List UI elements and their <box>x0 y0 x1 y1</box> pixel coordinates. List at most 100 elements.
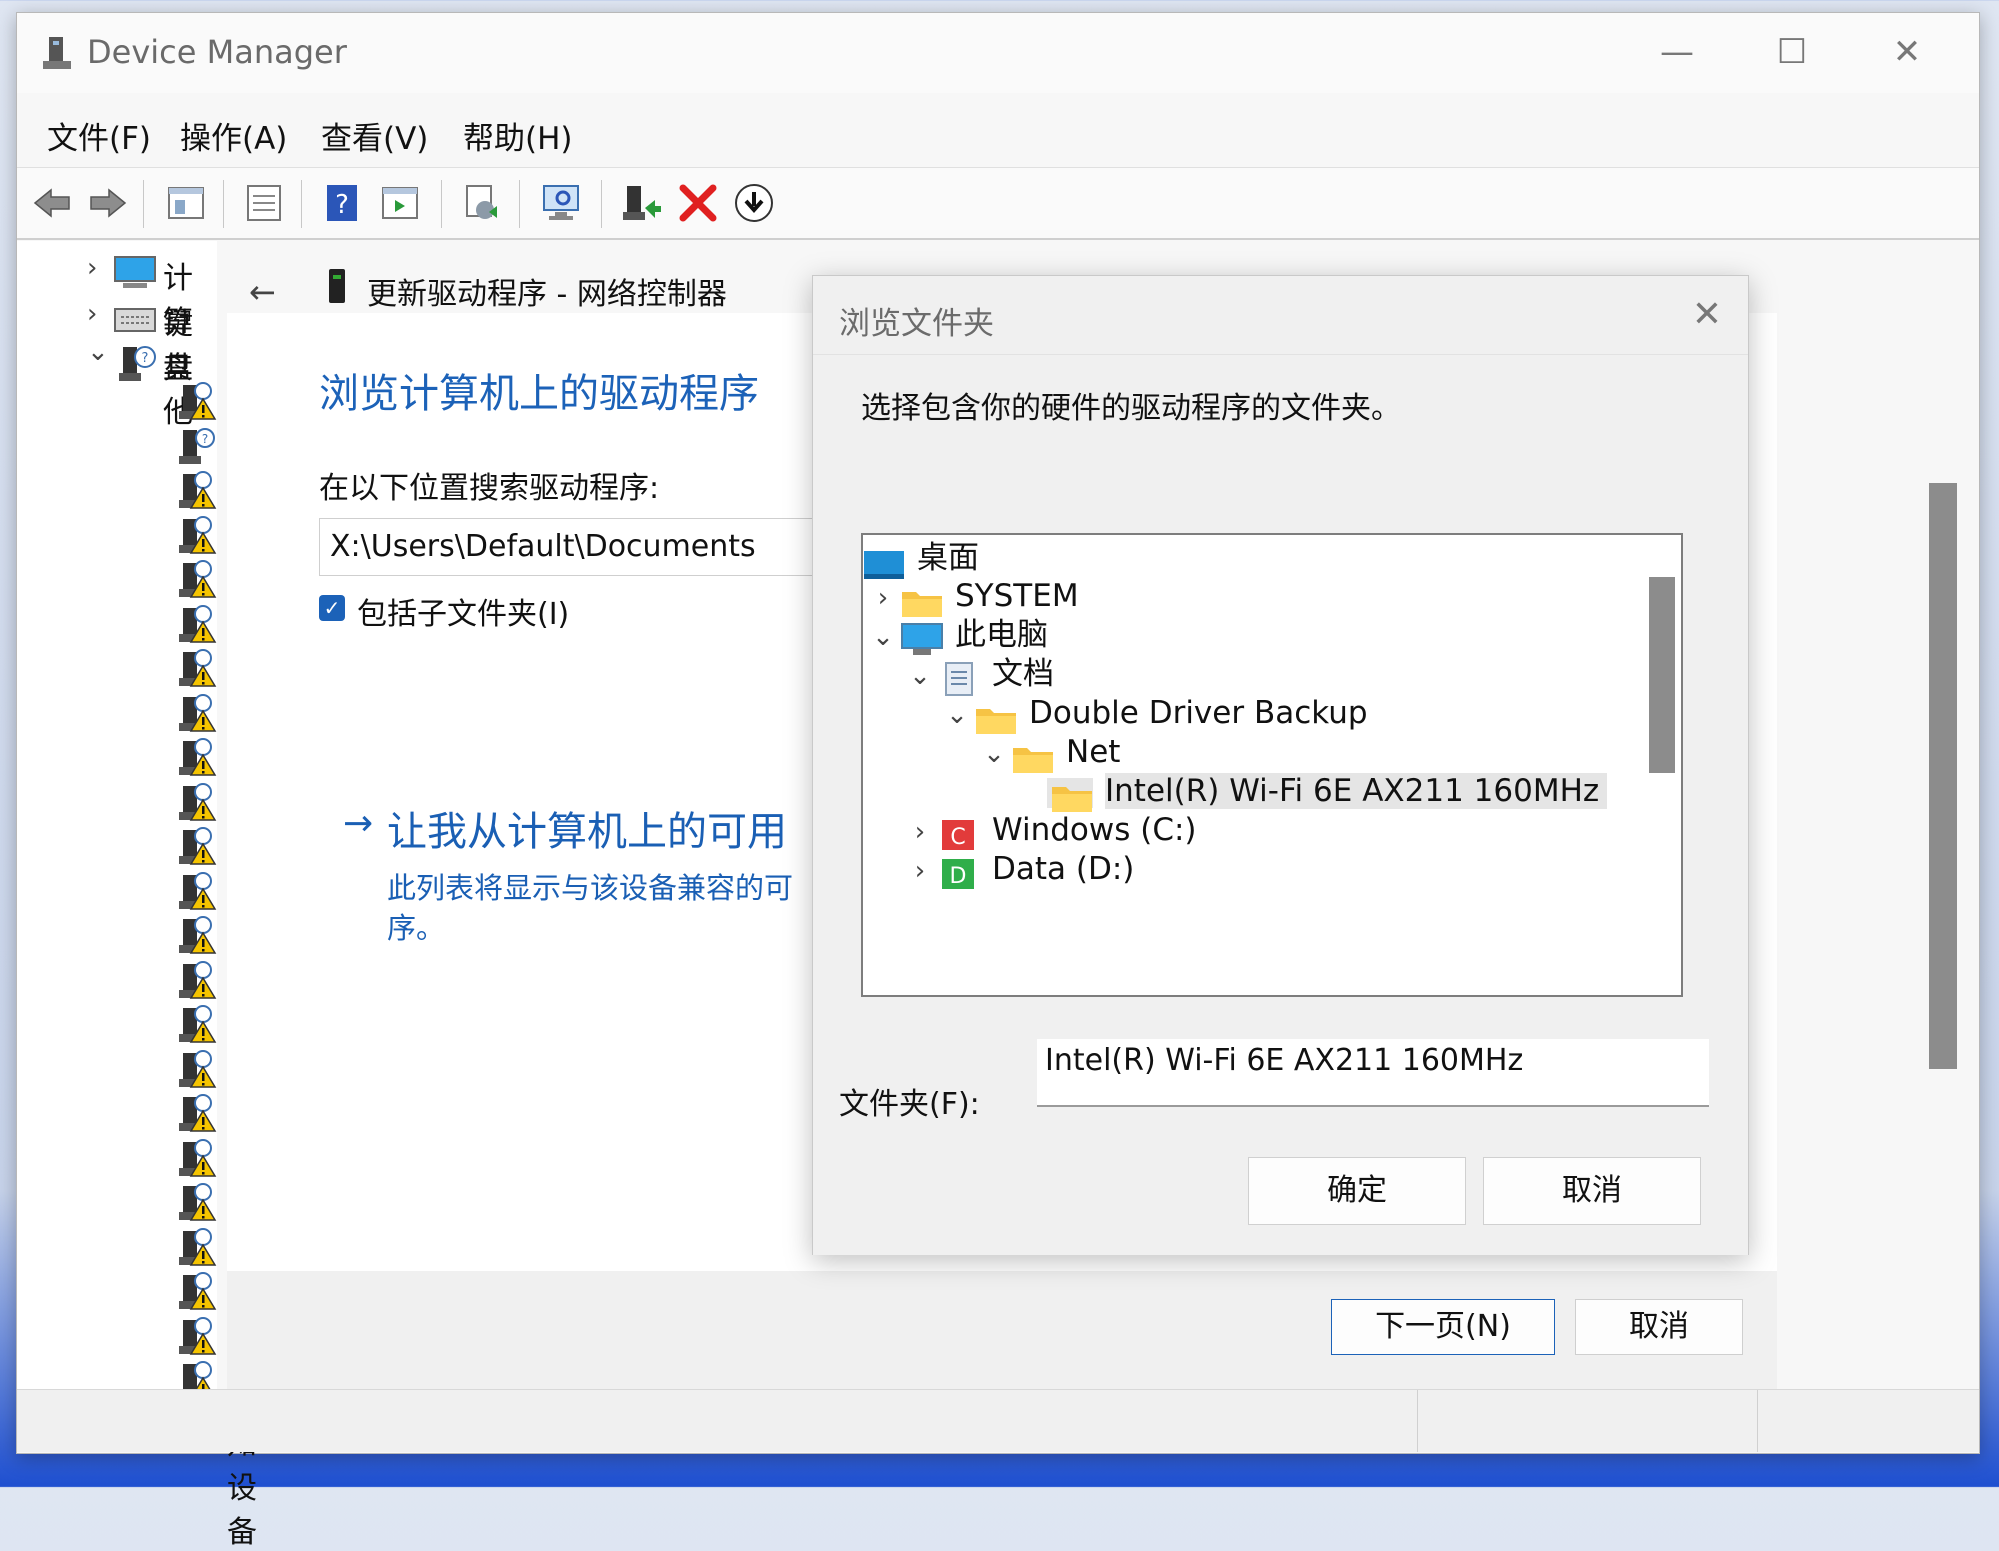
warning-device-icon[interactable] <box>177 648 217 688</box>
menu-file[interactable]: 文件(F) <box>47 113 151 158</box>
help-icon[interactable]: ? <box>321 182 363 224</box>
warning-device-icon[interactable] <box>177 470 217 510</box>
include-subfolders-checkbox[interactable]: ✓ <box>319 595 345 621</box>
svg-text:?: ? <box>335 190 349 220</box>
folder-icon <box>1047 777 1093 812</box>
folder-tree-label: 文档 <box>992 656 1054 692</box>
browse-folder-dialog: 浏览文件夹 ✕ 选择包含你的硬件的驱动程序的文件夹。 桌面 › SYSTEM ⌄ 此电脑… <box>812 275 1749 1255</box>
uninstall-icon[interactable] <box>677 182 719 224</box>
close-button[interactable]: ✕ <box>1877 29 1937 75</box>
chevron-down-icon[interactable]: ⌄ <box>939 690 975 740</box>
folder-tree-label: SYSTEM <box>955 578 1079 614</box>
warning-device-icon[interactable] <box>177 1227 217 1267</box>
dialog-body: 选择包含你的硬件的驱动程序的文件夹。 桌面 › SYSTEM ⌄ 此电脑 ⌄ 文档 ⌄ Doub… <box>813 354 1748 1255</box>
warning-device-icon[interactable] <box>177 693 217 733</box>
device-manager-icon <box>43 37 71 69</box>
list-view-icon[interactable] <box>243 182 285 224</box>
menu-help[interactable]: 帮助(H) <box>463 113 573 158</box>
chevron-down-icon[interactable]: ⌄ <box>976 729 1012 779</box>
link-arrow-icon[interactable]: → <box>343 803 373 844</box>
drive-d-icon: D <box>938 856 980 889</box>
unknown-device-icon[interactable]: ? <box>177 426 217 466</box>
scan-hardware-icon[interactable] <box>541 182 583 224</box>
folder-tree-item[interactable]: › D Data (D:) <box>902 844 1134 894</box>
chevron-down-icon[interactable]: ⌄ <box>902 651 938 701</box>
maximize-button[interactable]: ☐ <box>1762 29 1822 75</box>
unknown-device-list: ? <box>177 381 217 1401</box>
keyboard-icon <box>114 308 156 332</box>
menu-action[interactable]: 操作(A) <box>180 113 287 158</box>
include-subfolders-label: 包括子文件夹(I) <box>357 597 570 632</box>
warning-device-icon[interactable] <box>177 826 217 866</box>
dialog-prompt: 选择包含你的硬件的驱动程序的文件夹。 <box>861 391 1401 426</box>
warning-device-icon[interactable] <box>177 1049 217 1089</box>
warning-device-icon[interactable] <box>177 515 217 555</box>
title-bar: Device Manager — ☐ ✕ <box>17 13 1979 93</box>
warning-device-icon[interactable] <box>177 604 217 644</box>
folder-tree-label: Windows (C:) <box>992 812 1197 848</box>
window-title: Device Manager <box>87 33 347 71</box>
next-page-button[interactable]: 下一页(N) <box>1331 1299 1555 1355</box>
warning-device-icon[interactable] <box>177 559 217 599</box>
dialog-close-button[interactable]: ✕ <box>1692 294 1722 335</box>
warning-device-icon[interactable] <box>177 871 217 911</box>
warning-device-icon[interactable] <box>177 915 217 955</box>
chevron-right-icon[interactable]: › <box>902 846 938 896</box>
download-icon[interactable] <box>733 182 775 224</box>
menu-bar: 文件(F) 操作(A) 查看(V) 帮助(H) <box>17 103 1979 163</box>
other-devices-icon: ? <box>119 346 156 381</box>
warning-device-icon[interactable] <box>177 960 217 1000</box>
update-driver-icon[interactable] <box>461 182 503 224</box>
driver-path-input[interactable]: X:\Users\Default\Documents <box>319 518 891 576</box>
chevron-down-icon[interactable]: ⌄ <box>87 337 109 367</box>
search-location-label: 在以下位置搜索驱动程序: <box>319 471 660 506</box>
warning-device-icon[interactable] <box>177 1316 217 1356</box>
warning-device-icon[interactable] <box>177 1182 217 1222</box>
dialog-title: 浏览文件夹 <box>839 306 994 342</box>
warning-device-icon[interactable] <box>177 1138 217 1178</box>
main-scrollbar-thumb[interactable] <box>1929 483 1957 1069</box>
forward-arrow-icon[interactable] <box>87 182 129 224</box>
properties-icon[interactable] <box>165 182 207 224</box>
wizard-back-button[interactable]: ← <box>249 273 276 311</box>
folder-field-label: 文件夹(F): <box>839 1087 980 1122</box>
folder-icon <box>975 700 1017 734</box>
dialog-ok-button[interactable]: 确定 <box>1248 1157 1466 1225</box>
folder-tree-scrollbar[interactable] <box>1649 577 1675 773</box>
device-manager-window: Device Manager — ☐ ✕ 文件(F) 操作(A) 查看(V) 帮… <box>16 12 1980 1550</box>
console-tree-icon[interactable] <box>379 182 421 224</box>
wizard-header: 更新驱动程序 - 网络控制器 <box>367 277 727 312</box>
documents-icon <box>938 661 980 696</box>
pick-from-list-desc-2: 序。 <box>387 911 446 945</box>
svg-text:?: ? <box>202 432 208 446</box>
device-tree: › 计算 › 键盘 ⌄ ? 其他 ? 未知设备 <box>17 241 257 1550</box>
back-arrow-icon[interactable] <box>31 182 73 224</box>
warning-device-icon[interactable] <box>177 1004 217 1044</box>
enable-device-icon[interactable] <box>619 182 661 224</box>
folder-tree-label: Net <box>1066 734 1121 770</box>
warning-device-icon[interactable] <box>177 381 217 421</box>
folder-field-input[interactable]: Intel(R) Wi-Fi 6E AX211 160MHz <box>1037 1039 1709 1107</box>
desktop-icon <box>863 545 905 579</box>
menu-view[interactable]: 查看(V) <box>321 113 428 158</box>
this-pc-icon <box>901 622 943 655</box>
folder-tree-label: Intel(R) Wi-Fi 6E AX211 160MHz <box>1105 773 1608 809</box>
warning-device-icon[interactable] <box>177 1093 217 1133</box>
minimize-button[interactable]: — <box>1647 29 1707 75</box>
warning-device-icon[interactable] <box>177 737 217 777</box>
chevron-right-icon[interactable]: › <box>87 299 97 329</box>
dialog-cancel-button[interactable]: 取消 <box>1483 1157 1701 1225</box>
wizard-cancel-button[interactable]: 取消 <box>1575 1299 1743 1355</box>
folder-icon <box>901 583 943 617</box>
warning-device-icon[interactable] <box>177 1271 217 1311</box>
network-controller-icon <box>329 269 345 303</box>
svg-text:?: ? <box>142 351 149 366</box>
pick-from-list-link[interactable]: 让我从计算机上的可用 <box>387 799 787 857</box>
folder-tree: 桌面 › SYSTEM ⌄ 此电脑 ⌄ 文档 ⌄ Double Driver Backup ⌄ Ne… <box>861 533 1683 997</box>
toolbar: ? <box>17 167 1979 240</box>
folder-tree-label: 此电脑 <box>955 617 1048 653</box>
chevron-right-icon[interactable]: › <box>87 253 97 283</box>
svg-text:D: D <box>950 864 967 889</box>
warning-device-icon[interactable] <box>177 782 217 822</box>
chevron-down-icon[interactable]: ⌄ <box>865 612 901 662</box>
